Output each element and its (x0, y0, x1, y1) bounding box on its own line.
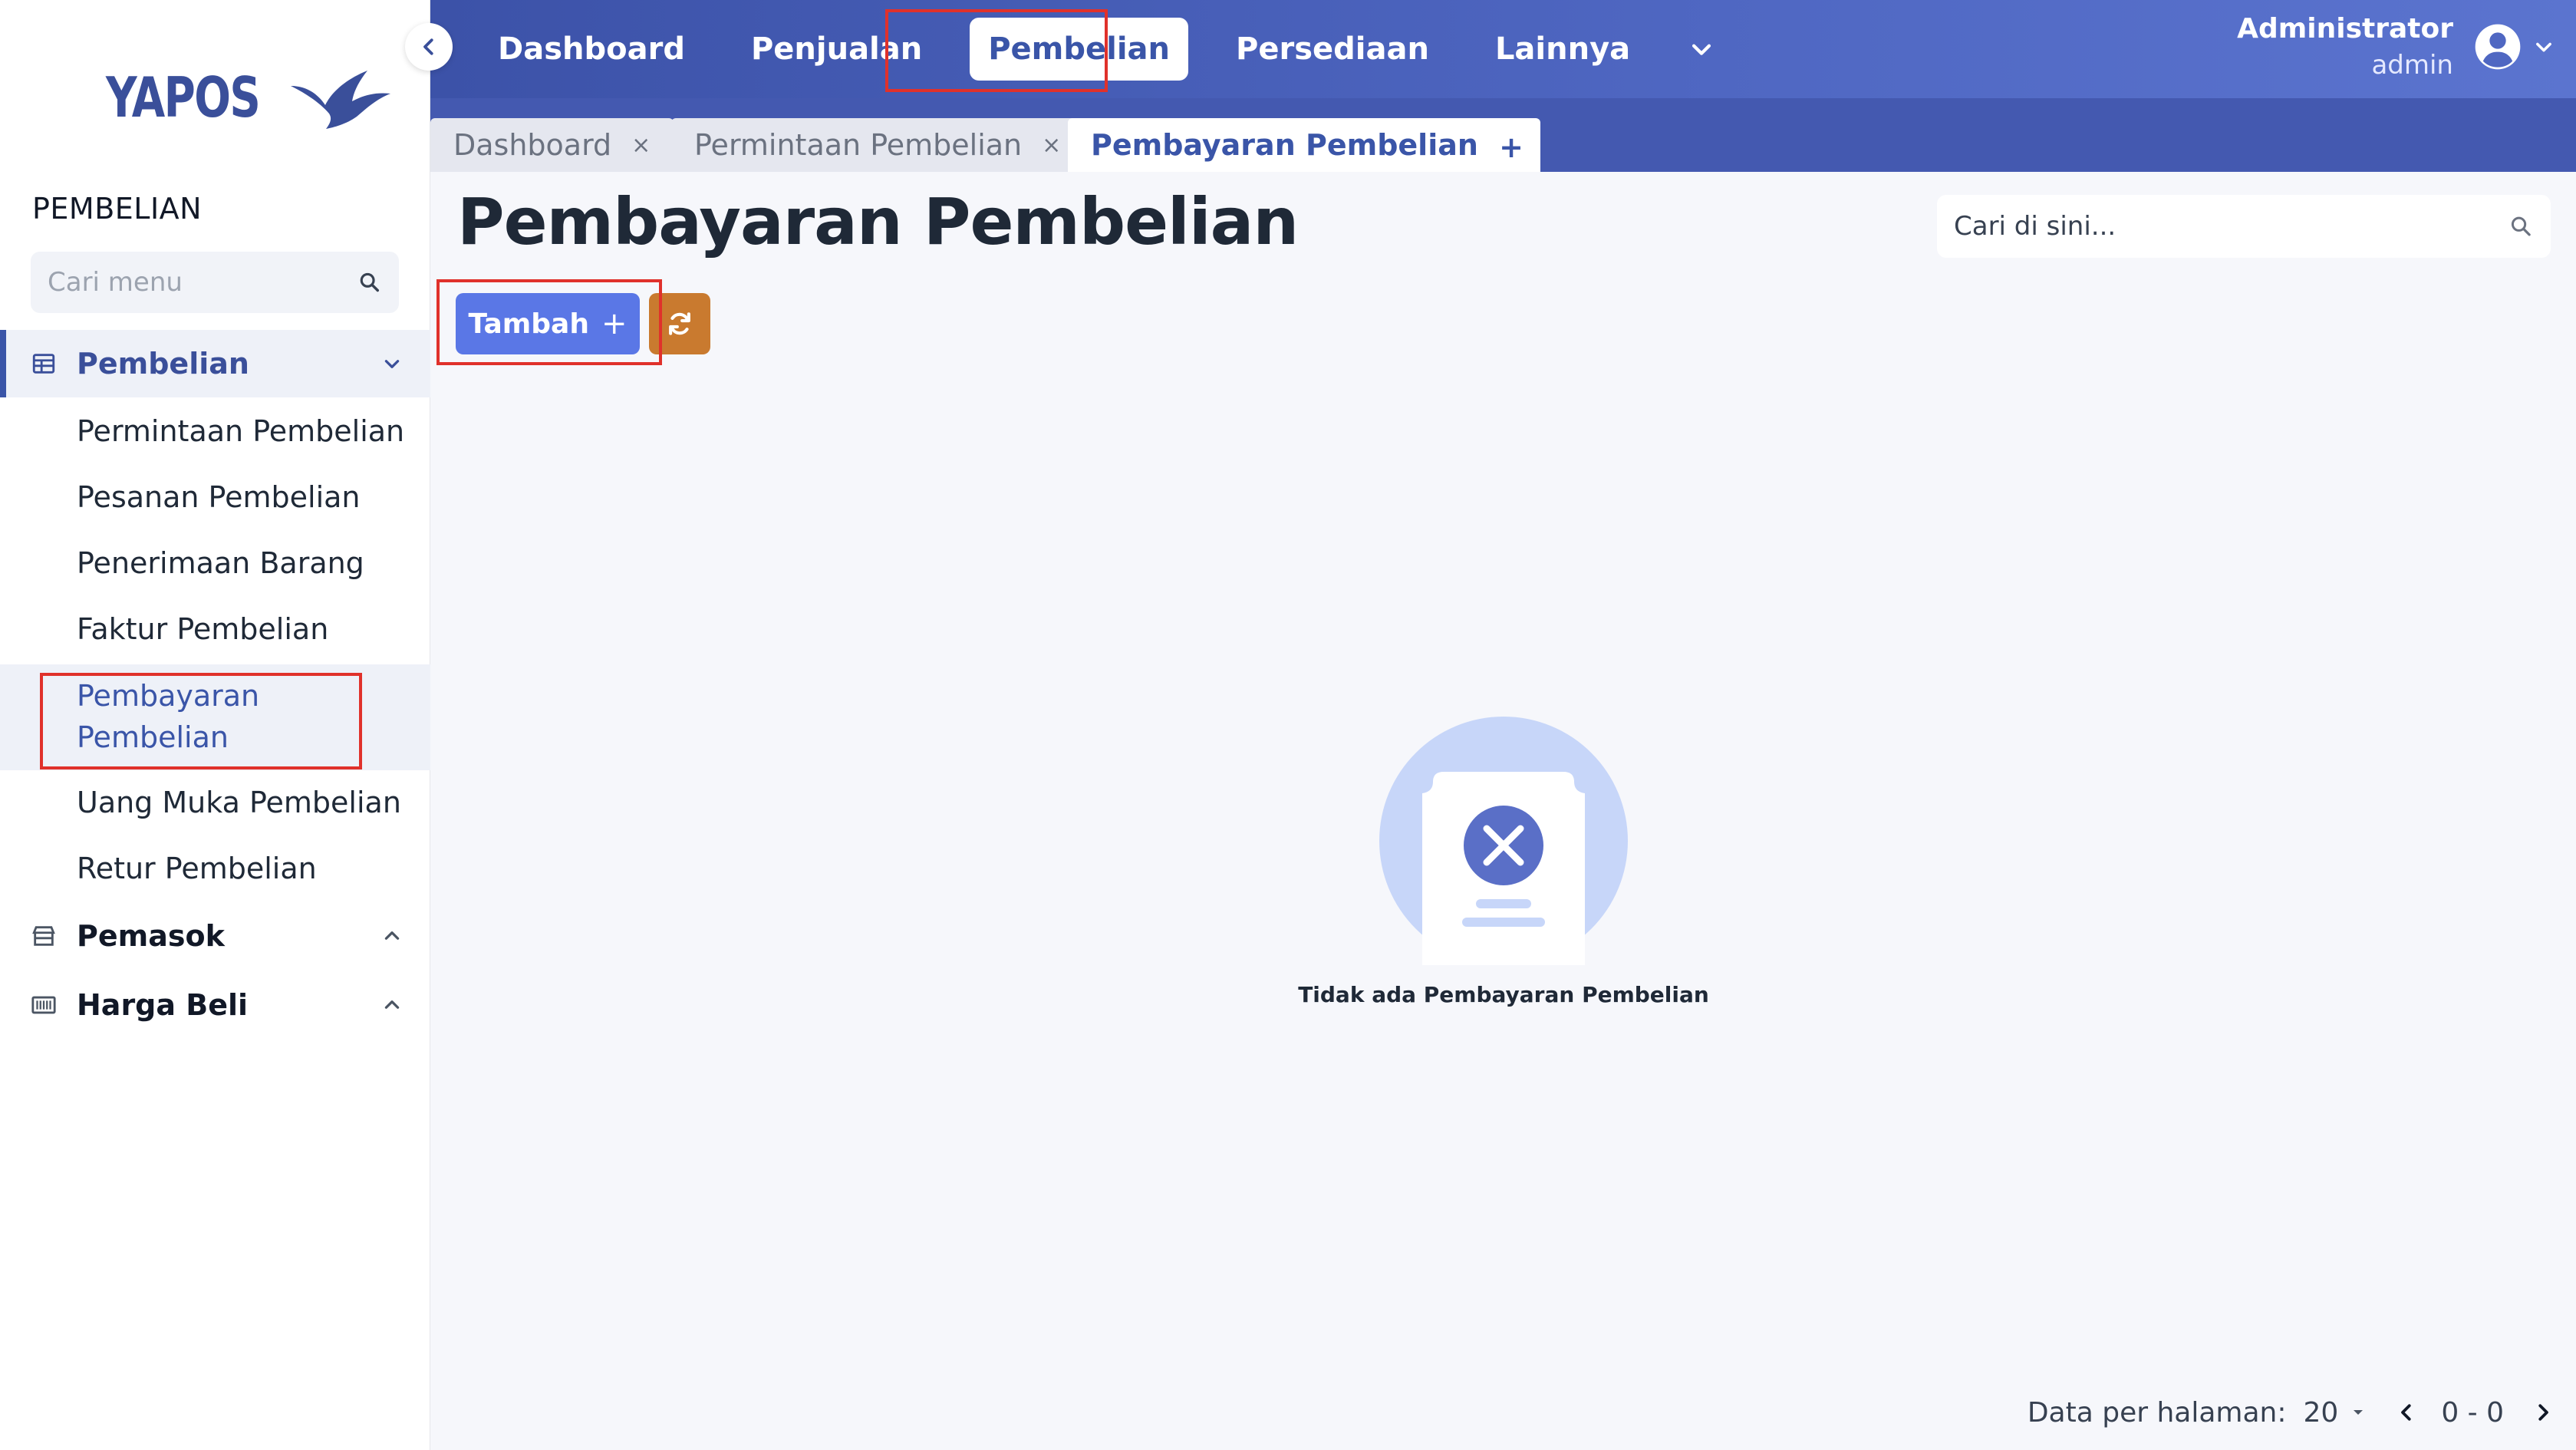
bird-logo-icon (290, 71, 390, 129)
close-icon[interactable]: × (1042, 132, 1061, 159)
caret-down-icon[interactable] (2349, 1403, 2367, 1422)
tab-dashboard[interactable]: Dashboard × (430, 118, 674, 172)
tab-label: Dashboard (453, 128, 612, 162)
table-icon (32, 354, 55, 374)
sidebar-group-label: Pemasok (77, 919, 225, 953)
user-menu[interactable]: Administrator admin (2237, 11, 2555, 83)
sidebar-group-label: Harga Beli (77, 988, 249, 1022)
top-navigation-bar: Dashboard Penjualan Pembelian Persediaan… (430, 0, 2576, 98)
chevron-up-icon (384, 1000, 400, 1009)
chevron-left-icon (423, 38, 433, 55)
barcode-icon (31, 996, 56, 1014)
chevron-down-icon[interactable] (2533, 36, 2555, 58)
logo-text: YAPOS (106, 65, 261, 130)
sidebar-item-pesanan-pembelian[interactable]: Pesanan Pembelian (0, 480, 430, 514)
refresh-icon (669, 312, 690, 335)
plus-icon: + (601, 306, 628, 341)
sidebar-group-label: Pembelian (77, 347, 249, 381)
tab-label: Pembayaran Pembelian (1091, 128, 1478, 162)
sidebar-item-permintaan-pembelian[interactable]: Permintaan Pembelian (0, 414, 430, 448)
chevron-left-icon[interactable] (2395, 1401, 2418, 1424)
search-icon (2512, 216, 2532, 236)
sidebar-group-harga-beli[interactable]: Harga Beli (0, 971, 430, 1039)
close-icon[interactable]: × (631, 132, 651, 159)
add-button[interactable]: Tambah + (456, 293, 640, 354)
chevron-down-icon (384, 360, 400, 368)
menu-search-input[interactable] (48, 267, 358, 298)
per-page-label: Data per halaman: (2027, 1396, 2287, 1429)
topnav-penjualan[interactable]: Penjualan (751, 31, 922, 67)
main-search-box[interactable] (1937, 195, 2551, 258)
chevron-down-icon[interactable] (1688, 36, 1715, 62)
store-icon (32, 926, 55, 946)
sidebar-item-retur-pembelian[interactable]: Retur Pembelian (0, 852, 430, 885)
tab-pembayaran-pembelian[interactable]: Pembayaran Pembelian × (1068, 118, 1541, 172)
topnav-pembelian[interactable]: Pembelian (970, 18, 1189, 81)
chevron-right-icon[interactable] (2532, 1401, 2555, 1424)
sidebar-group-pemasok[interactable]: Pemasok (0, 902, 430, 970)
sidebar-item-penerimaan-barang[interactable]: Penerimaan Barang (0, 546, 430, 580)
topnav-persediaan[interactable]: Persediaan (1236, 31, 1429, 67)
refresh-button[interactable] (649, 293, 710, 354)
per-page-select[interactable]: 20 (2304, 1397, 2339, 1429)
add-tab-button[interactable]: + (1493, 129, 1530, 166)
user-name: Administrator (2237, 13, 2453, 44)
sidebar-section-title: PEMBELIAN (32, 192, 203, 226)
page-range: 0 - 0 (2441, 1396, 2504, 1429)
sidebar-group-pembelian[interactable]: Pembelian (0, 330, 430, 397)
tab-label: Permintaan Pembelian (694, 128, 1023, 162)
tab-permintaan-pembelian[interactable]: Permintaan Pembelian × (671, 118, 1085, 172)
topnav-dashboard[interactable]: Dashboard (498, 31, 685, 67)
sidebar-collapse-button[interactable] (405, 23, 453, 71)
empty-state-text: Tidak ada Pembayaran Pembelian (1298, 982, 1709, 1007)
sidebar-item-faktur-pembelian[interactable]: Faktur Pembelian (0, 612, 430, 646)
empty-state-illustration (1379, 717, 1628, 965)
user-names: Administrator admin (2237, 11, 2453, 83)
add-button-label: Tambah (468, 308, 589, 340)
top-nav: Dashboard Penjualan Pembelian Persediaan… (498, 0, 1715, 98)
sidebar-item-pembayaran-pembelian[interactable]: Pembayaran Pembelian (0, 664, 430, 770)
user-avatar-icon[interactable] (2473, 22, 2522, 71)
sidebar: YAPOS PEMBELIAN Pembelian Permintaan Pem… (0, 0, 430, 1450)
logo: YAPOS (106, 63, 398, 132)
user-role: admin (2371, 50, 2453, 81)
chevron-up-icon (384, 931, 400, 940)
topnav-lainnya[interactable]: Lainnya (1495, 31, 1630, 67)
pagination: Data per halaman: 20 0 - 0 (2028, 1393, 2555, 1432)
tab-bar: Dashboard × Permintaan Pembelian × Pemba… (430, 98, 2576, 172)
main-search-input[interactable] (1954, 211, 2509, 242)
page-title: Pembayaran Pembelian (457, 184, 1299, 259)
sidebar-item-uang-muka-pembelian[interactable]: Uang Muka Pembelian (0, 786, 430, 819)
menu-search-box[interactable] (31, 252, 399, 313)
search-icon (361, 272, 380, 292)
